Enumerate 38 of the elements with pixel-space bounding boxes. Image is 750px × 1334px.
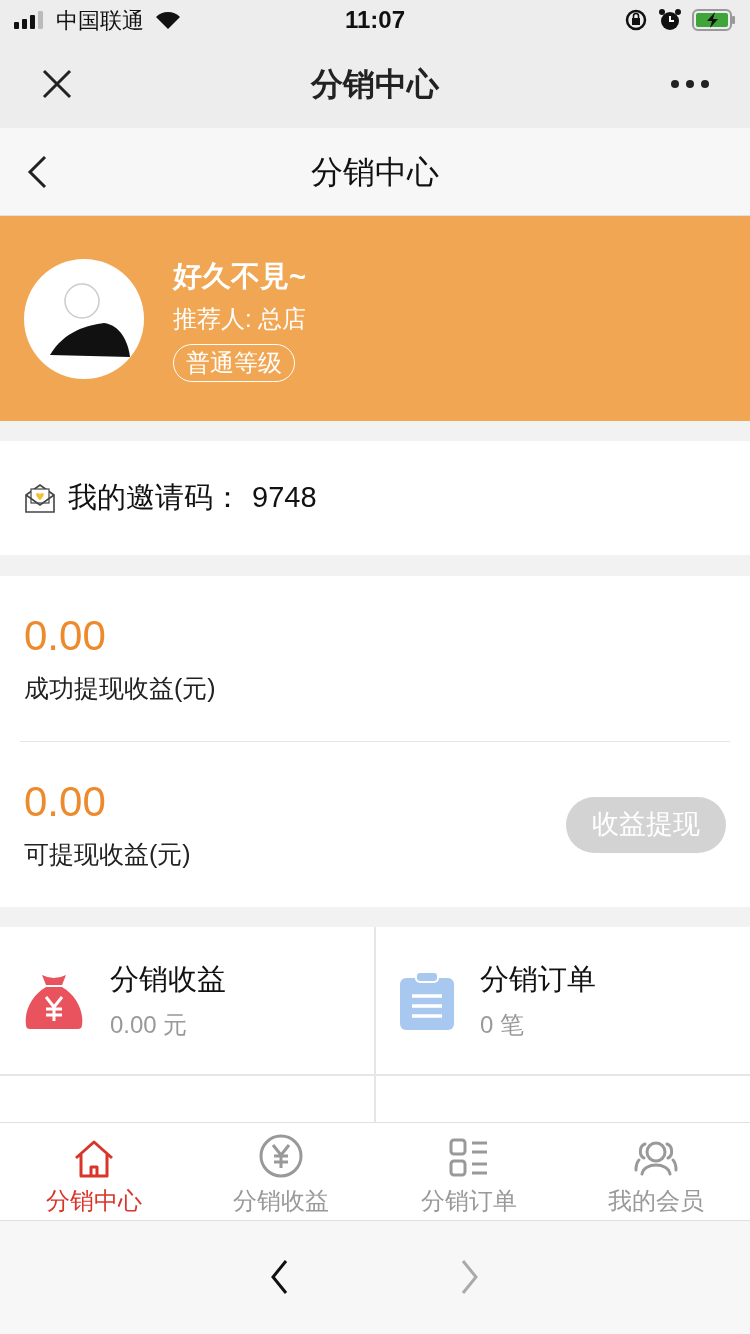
menu-card[interactable]: 分销收益 0.00 元 [0, 927, 374, 1074]
tab[interactable]: 分销收益 [187, 1123, 375, 1220]
more-icon [671, 80, 709, 88]
envelope-icon [24, 482, 56, 514]
chevron-right-icon [460, 1258, 480, 1295]
people-icon [634, 1140, 679, 1178]
wifi-icon [154, 10, 182, 30]
invite-label: 我的邀请码： [68, 480, 242, 516]
tab[interactable]: 分销订单 [375, 1123, 563, 1220]
carrier-name: 中国联通 [56, 6, 144, 35]
tab[interactable]: 分销中心 [0, 1123, 188, 1220]
tab[interactable]: 我的会员 [562, 1123, 750, 1220]
earnings-amount: 0.00 [24, 776, 107, 827]
invite-code: 9748 [252, 480, 317, 516]
card-value: 0 笔 [480, 1010, 525, 1041]
card-title: 分销收益 [110, 961, 226, 997]
alarm-icon [658, 8, 682, 32]
status-time: 11:07 [344, 5, 406, 35]
back-icon [26, 154, 48, 189]
close-button[interactable] [40, 67, 74, 101]
signal-icon [14, 11, 44, 29]
page-title: 分销中心 [311, 152, 439, 192]
card-title: 分销订单 [480, 961, 596, 997]
menu-card[interactable]: 分销订单 0 笔 [376, 927, 750, 1074]
close-icon [41, 68, 73, 100]
card-value: 0.00 元 [110, 1010, 189, 1041]
referrer-text: 推荐人: 总店 [173, 303, 307, 334]
chevron-left-icon [270, 1258, 290, 1295]
user-name: 好久不見~ [173, 258, 306, 294]
list-icon [448, 1138, 489, 1178]
earnings-label: 成功提现收益(元) [24, 672, 216, 704]
window-title: 分销中心 [311, 65, 439, 104]
earnings-amount: 0.00 [24, 610, 107, 661]
rotation-lock-icon [624, 8, 648, 32]
yen-icon [259, 1134, 304, 1178]
battery-icon [692, 9, 736, 31]
clipboard-icon [400, 971, 454, 1030]
earnings-label: 可提现收益(元) [24, 838, 191, 870]
